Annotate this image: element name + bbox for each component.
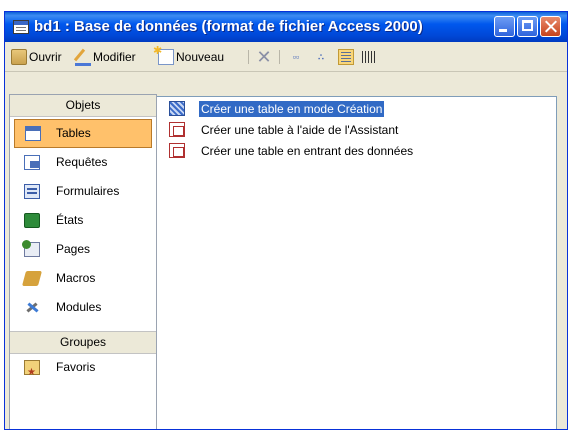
list-view-button[interactable] [338, 48, 356, 66]
wizard-icon [169, 122, 185, 137]
query-icon [24, 155, 40, 170]
details-view-button[interactable] [361, 48, 379, 66]
minimize-button[interactable] [494, 16, 515, 37]
form-icon [24, 184, 40, 199]
object-label: Requêtes [56, 155, 108, 169]
open-icon [11, 48, 27, 65]
delete-icon: ✕ [256, 46, 272, 67]
close-button[interactable] [540, 16, 561, 37]
object-modules[interactable]: Modules [10, 293, 156, 322]
object-queries[interactable]: Requêtes [10, 148, 156, 177]
large-icons-icon: ▫▫ [292, 51, 300, 62]
objects-header[interactable]: Objets [10, 95, 156, 117]
object-pages[interactable]: Pages [10, 235, 156, 264]
object-label: Formulaires [56, 184, 120, 198]
modify-button[interactable]: Modifier [75, 47, 136, 67]
table-list: Créer une table en mode Création Créer u… [161, 94, 555, 429]
group-label: Favoris [56, 360, 96, 374]
object-reports[interactable]: États [10, 206, 156, 235]
macro-icon [21, 271, 43, 286]
top-strip [0, 0, 570, 11]
object-forms[interactable]: Formulaires [10, 177, 156, 206]
object-label: Macros [56, 271, 96, 285]
list-view-icon [338, 48, 354, 65]
database-window: bd1 : Base de données (format de fichier… [4, 11, 568, 430]
table-icon [25, 126, 41, 141]
modify-label: Modifier [93, 50, 136, 64]
object-label: Pages [56, 242, 91, 256]
small-icons-icon: ∴ [318, 51, 324, 62]
maximize-button[interactable] [517, 16, 538, 37]
modify-icon [75, 47, 91, 67]
design-view-icon [169, 101, 185, 116]
delete-button[interactable]: ✕ [256, 48, 274, 66]
new-label: Nouveau [176, 50, 225, 64]
object-label: Tables [56, 126, 91, 140]
open-label: Ouvrir [29, 50, 62, 64]
toolbar: Ouvrir Modifier Nouveau ✕ ▫▫ ∴ [5, 42, 567, 72]
groups-header[interactable]: Groupes [10, 331, 156, 354]
window-title: bd1 : Base de données (format de fichier… [34, 18, 423, 35]
list-item-label: Créer une table en mode Création [199, 101, 385, 117]
group-favorites[interactable]: Favoris [10, 353, 156, 387]
objects-bar: Objets Tables Requêtes Formulaires États… [9, 94, 157, 429]
object-macros[interactable]: Macros [10, 264, 156, 293]
new-button[interactable]: Nouveau [153, 42, 225, 66]
small-icons-button[interactable]: ∴ [313, 48, 331, 66]
datasheet-icon [169, 143, 185, 158]
module-icon [24, 300, 40, 315]
page-icon [22, 240, 40, 257]
object-tables[interactable]: Tables [14, 119, 152, 148]
database-icon [13, 20, 29, 34]
object-label: États [56, 213, 84, 227]
toolbar-separator [248, 50, 249, 64]
favorites-icon [24, 358, 40, 387]
title-bar[interactable]: bd1 : Base de données (format de fichier… [5, 12, 567, 42]
report-icon [24, 213, 40, 228]
details-view-icon [361, 49, 377, 65]
object-label: Modules [56, 300, 102, 314]
list-item-label: Créer une table à l'aide de l'Assistant [201, 123, 399, 137]
toolbar-separator [279, 50, 280, 64]
open-button[interactable]: Ouvrir [11, 48, 62, 66]
large-icons-button[interactable]: ▫▫ [288, 48, 306, 66]
new-icon [153, 42, 174, 65]
database-body: Objets Tables Requêtes Formulaires États… [5, 72, 567, 429]
list-item-label: Créer une table en entrant des données [201, 144, 414, 158]
